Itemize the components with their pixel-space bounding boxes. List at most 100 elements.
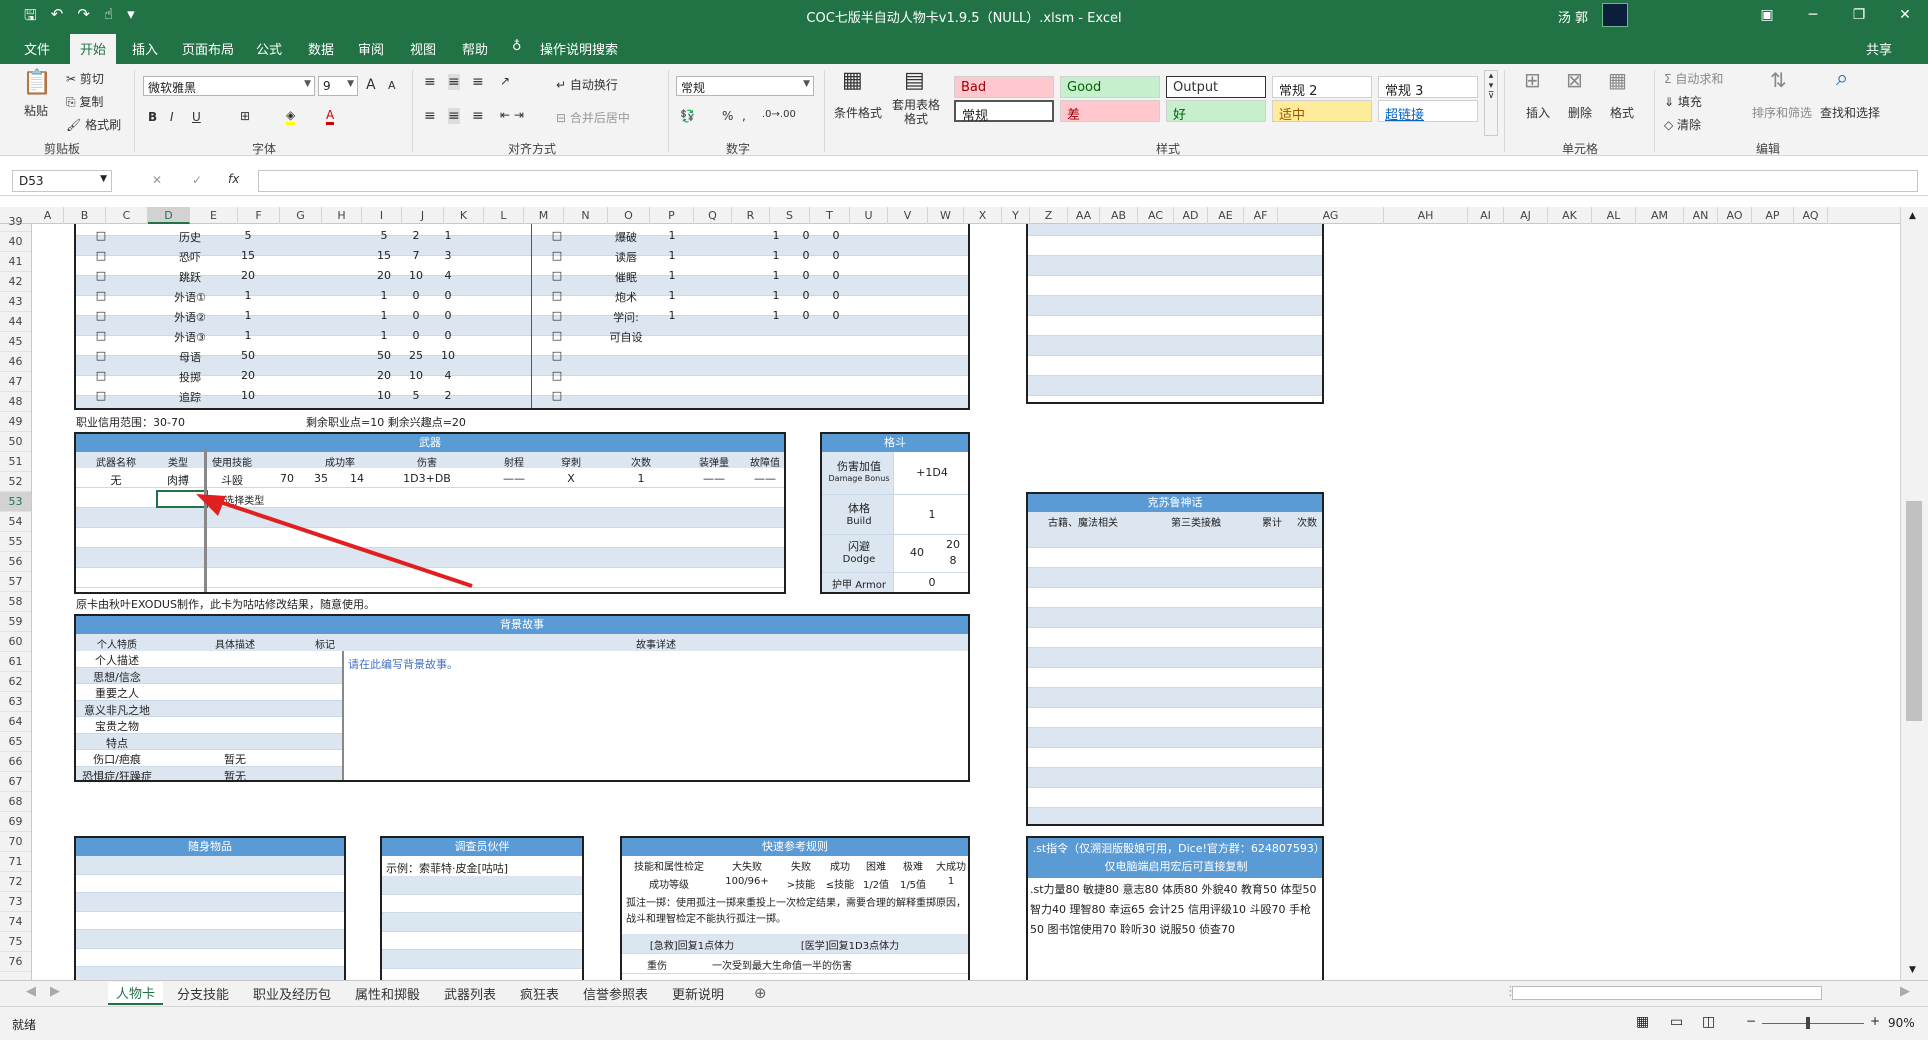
align-right-icon[interactable]: ≡ <box>472 108 484 124</box>
row-header[interactable]: 61 <box>0 652 31 672</box>
table-row[interactable] <box>382 876 582 895</box>
tab-scroll-right-icon[interactable]: ▶ <box>50 984 60 999</box>
skill-check[interactable]: □ <box>86 249 116 262</box>
column-header[interactable]: AH <box>1384 207 1468 224</box>
table-row[interactable] <box>76 875 344 893</box>
horizontal-scrollbar[interactable] <box>1512 986 1822 1000</box>
wrap-text-button[interactable]: ↵ 自动换行 <box>556 76 618 93</box>
skill-check[interactable]: □ <box>86 309 116 322</box>
hscroll-right-icon[interactable]: ▶ <box>1900 984 1910 999</box>
table-row[interactable] <box>1028 728 1322 748</box>
grow-font-button[interactable]: A <box>366 77 376 93</box>
row-header[interactable]: 62 <box>0 672 31 692</box>
cancel-formula-icon[interactable]: ✕ <box>152 173 162 187</box>
column-header[interactable]: F <box>238 207 280 224</box>
table-row[interactable] <box>76 967 344 980</box>
format-cells-button[interactable]: 格式 <box>1610 104 1634 121</box>
trait-row[interactable]: 恐惧症/狂躁症 暂无 <box>76 766 342 780</box>
delete-cells-icon[interactable]: ⊠ <box>1566 68 1583 92</box>
row-header[interactable]: 57 <box>0 572 31 592</box>
column-header[interactable]: AJ <box>1504 207 1548 224</box>
table-row[interactable] <box>76 856 344 875</box>
column-header[interactable]: A <box>32 207 64 224</box>
column-header[interactable]: AP <box>1752 207 1794 224</box>
table-row[interactable] <box>1028 768 1322 788</box>
row-header[interactable]: 58 <box>0 592 31 612</box>
row-header[interactable]: 42 <box>0 272 31 292</box>
sheet-tab[interactable]: 更新说明 <box>672 984 724 1003</box>
tab-review[interactable]: 审阅 <box>358 39 384 58</box>
row-header[interactable]: 51 <box>0 452 31 472</box>
page-layout-view-icon[interactable]: ▭ <box>1670 1014 1683 1030</box>
enter-formula-icon[interactable]: ✓ <box>192 173 202 187</box>
normal-view-icon[interactable]: ▦ <box>1636 1014 1649 1030</box>
zoom-level[interactable]: 90% <box>1888 1016 1915 1030</box>
table-row[interactable] <box>1028 224 1322 236</box>
column-header[interactable]: AA <box>1068 207 1100 224</box>
column-header[interactable]: AN <box>1684 207 1718 224</box>
trait-row[interactable]: 宝贵之物 <box>76 717 342 734</box>
table-row[interactable] <box>382 913 582 932</box>
row-header[interactable]: 65 <box>0 732 31 752</box>
font-name-select[interactable]: 微软雅黑 ▼ <box>143 76 315 96</box>
cell-style-8[interactable]: 适中 <box>1272 100 1372 123</box>
avatar[interactable] <box>1602 3 1628 27</box>
column-header[interactable]: W <box>928 207 964 224</box>
trait-description[interactable]: 暂无 <box>160 751 310 767</box>
conditional-format-button[interactable]: 条件格式 <box>834 104 882 121</box>
skill-check[interactable]: □ <box>542 309 572 322</box>
column-header[interactable]: AC <box>1138 207 1174 224</box>
table-row[interactable] <box>1028 548 1322 568</box>
tab-data[interactable]: 数据 <box>308 39 334 58</box>
row-header[interactable]: 48 <box>0 392 31 412</box>
row-header[interactable]: 52 <box>0 472 31 492</box>
indent-icon[interactable]: ⇤ ⇥ <box>500 108 524 122</box>
skill-check[interactable]: □ <box>542 369 572 382</box>
align-center-icon[interactable]: ≡ <box>448 108 460 124</box>
table-row[interactable] <box>76 893 344 912</box>
zoom-out-icon[interactable]: − <box>1746 1014 1756 1028</box>
tab-formulas[interactable]: 公式 <box>256 39 282 58</box>
column-header[interactable]: B <box>64 207 106 224</box>
column-header[interactable]: G <box>280 207 322 224</box>
trait-row[interactable]: 伤口/疤痕 暂无 <box>76 750 342 767</box>
column-header[interactable]: N <box>564 207 608 224</box>
share-button[interactable]: 共享 <box>1866 39 1892 58</box>
column-header[interactable]: R <box>732 207 770 224</box>
sheet-tab[interactable]: 职业及经历包 <box>253 984 331 1003</box>
tab-insert[interactable]: 插入 <box>132 39 158 58</box>
column-header[interactable]: C <box>106 207 148 224</box>
trait-row[interactable]: 意义非凡之地 <box>76 700 342 717</box>
skill-check[interactable]: □ <box>542 329 572 342</box>
skill-check[interactable]: □ <box>542 269 572 282</box>
align-middle-icon[interactable]: ≡ <box>448 74 460 90</box>
skill-check[interactable]: □ <box>542 229 572 242</box>
sheet-tab[interactable]: 信誉参照表 <box>583 984 648 1003</box>
cell-style-0[interactable]: Bad <box>954 76 1054 98</box>
close-icon[interactable]: ✕ <box>1882 0 1928 30</box>
table-row[interactable] <box>1028 276 1322 296</box>
row-header[interactable]: 39 <box>0 212 31 232</box>
shrink-font-button[interactable]: A <box>388 79 396 92</box>
cell-style-3[interactable]: 常规 2 <box>1272 76 1372 99</box>
font-size-select[interactable]: 9 ▼ <box>318 76 358 96</box>
table-row[interactable] <box>1028 316 1322 336</box>
table-row[interactable] <box>1028 568 1322 588</box>
column-header[interactable]: M <box>524 207 564 224</box>
fill-color-icon[interactable]: ◈ <box>286 108 296 125</box>
styles-gallery-scroll[interactable]: ▴ ▾ ⊽ <box>1484 70 1498 136</box>
column-header[interactable]: X <box>964 207 1002 224</box>
row-header[interactable]: 54 <box>0 512 31 532</box>
row-header[interactable]: 75 <box>0 932 31 952</box>
align-left-icon[interactable]: ≡ <box>424 108 436 124</box>
ribbon-display-icon[interactable]: ▣ <box>1744 0 1790 30</box>
table-row[interactable] <box>1028 808 1322 824</box>
table-row[interactable] <box>1028 708 1322 728</box>
table-row[interactable] <box>1028 628 1322 648</box>
sheet-tab[interactable]: 疯狂表 <box>520 984 559 1003</box>
underline-button[interactable]: U <box>192 110 201 124</box>
formula-input[interactable] <box>258 170 1918 192</box>
merge-center-button[interactable]: ⊟ 合并后居中 <box>556 109 630 126</box>
paste-button[interactable]: 粘贴 <box>24 102 48 119</box>
cell-style-9[interactable]: 超链接 <box>1378 100 1478 123</box>
